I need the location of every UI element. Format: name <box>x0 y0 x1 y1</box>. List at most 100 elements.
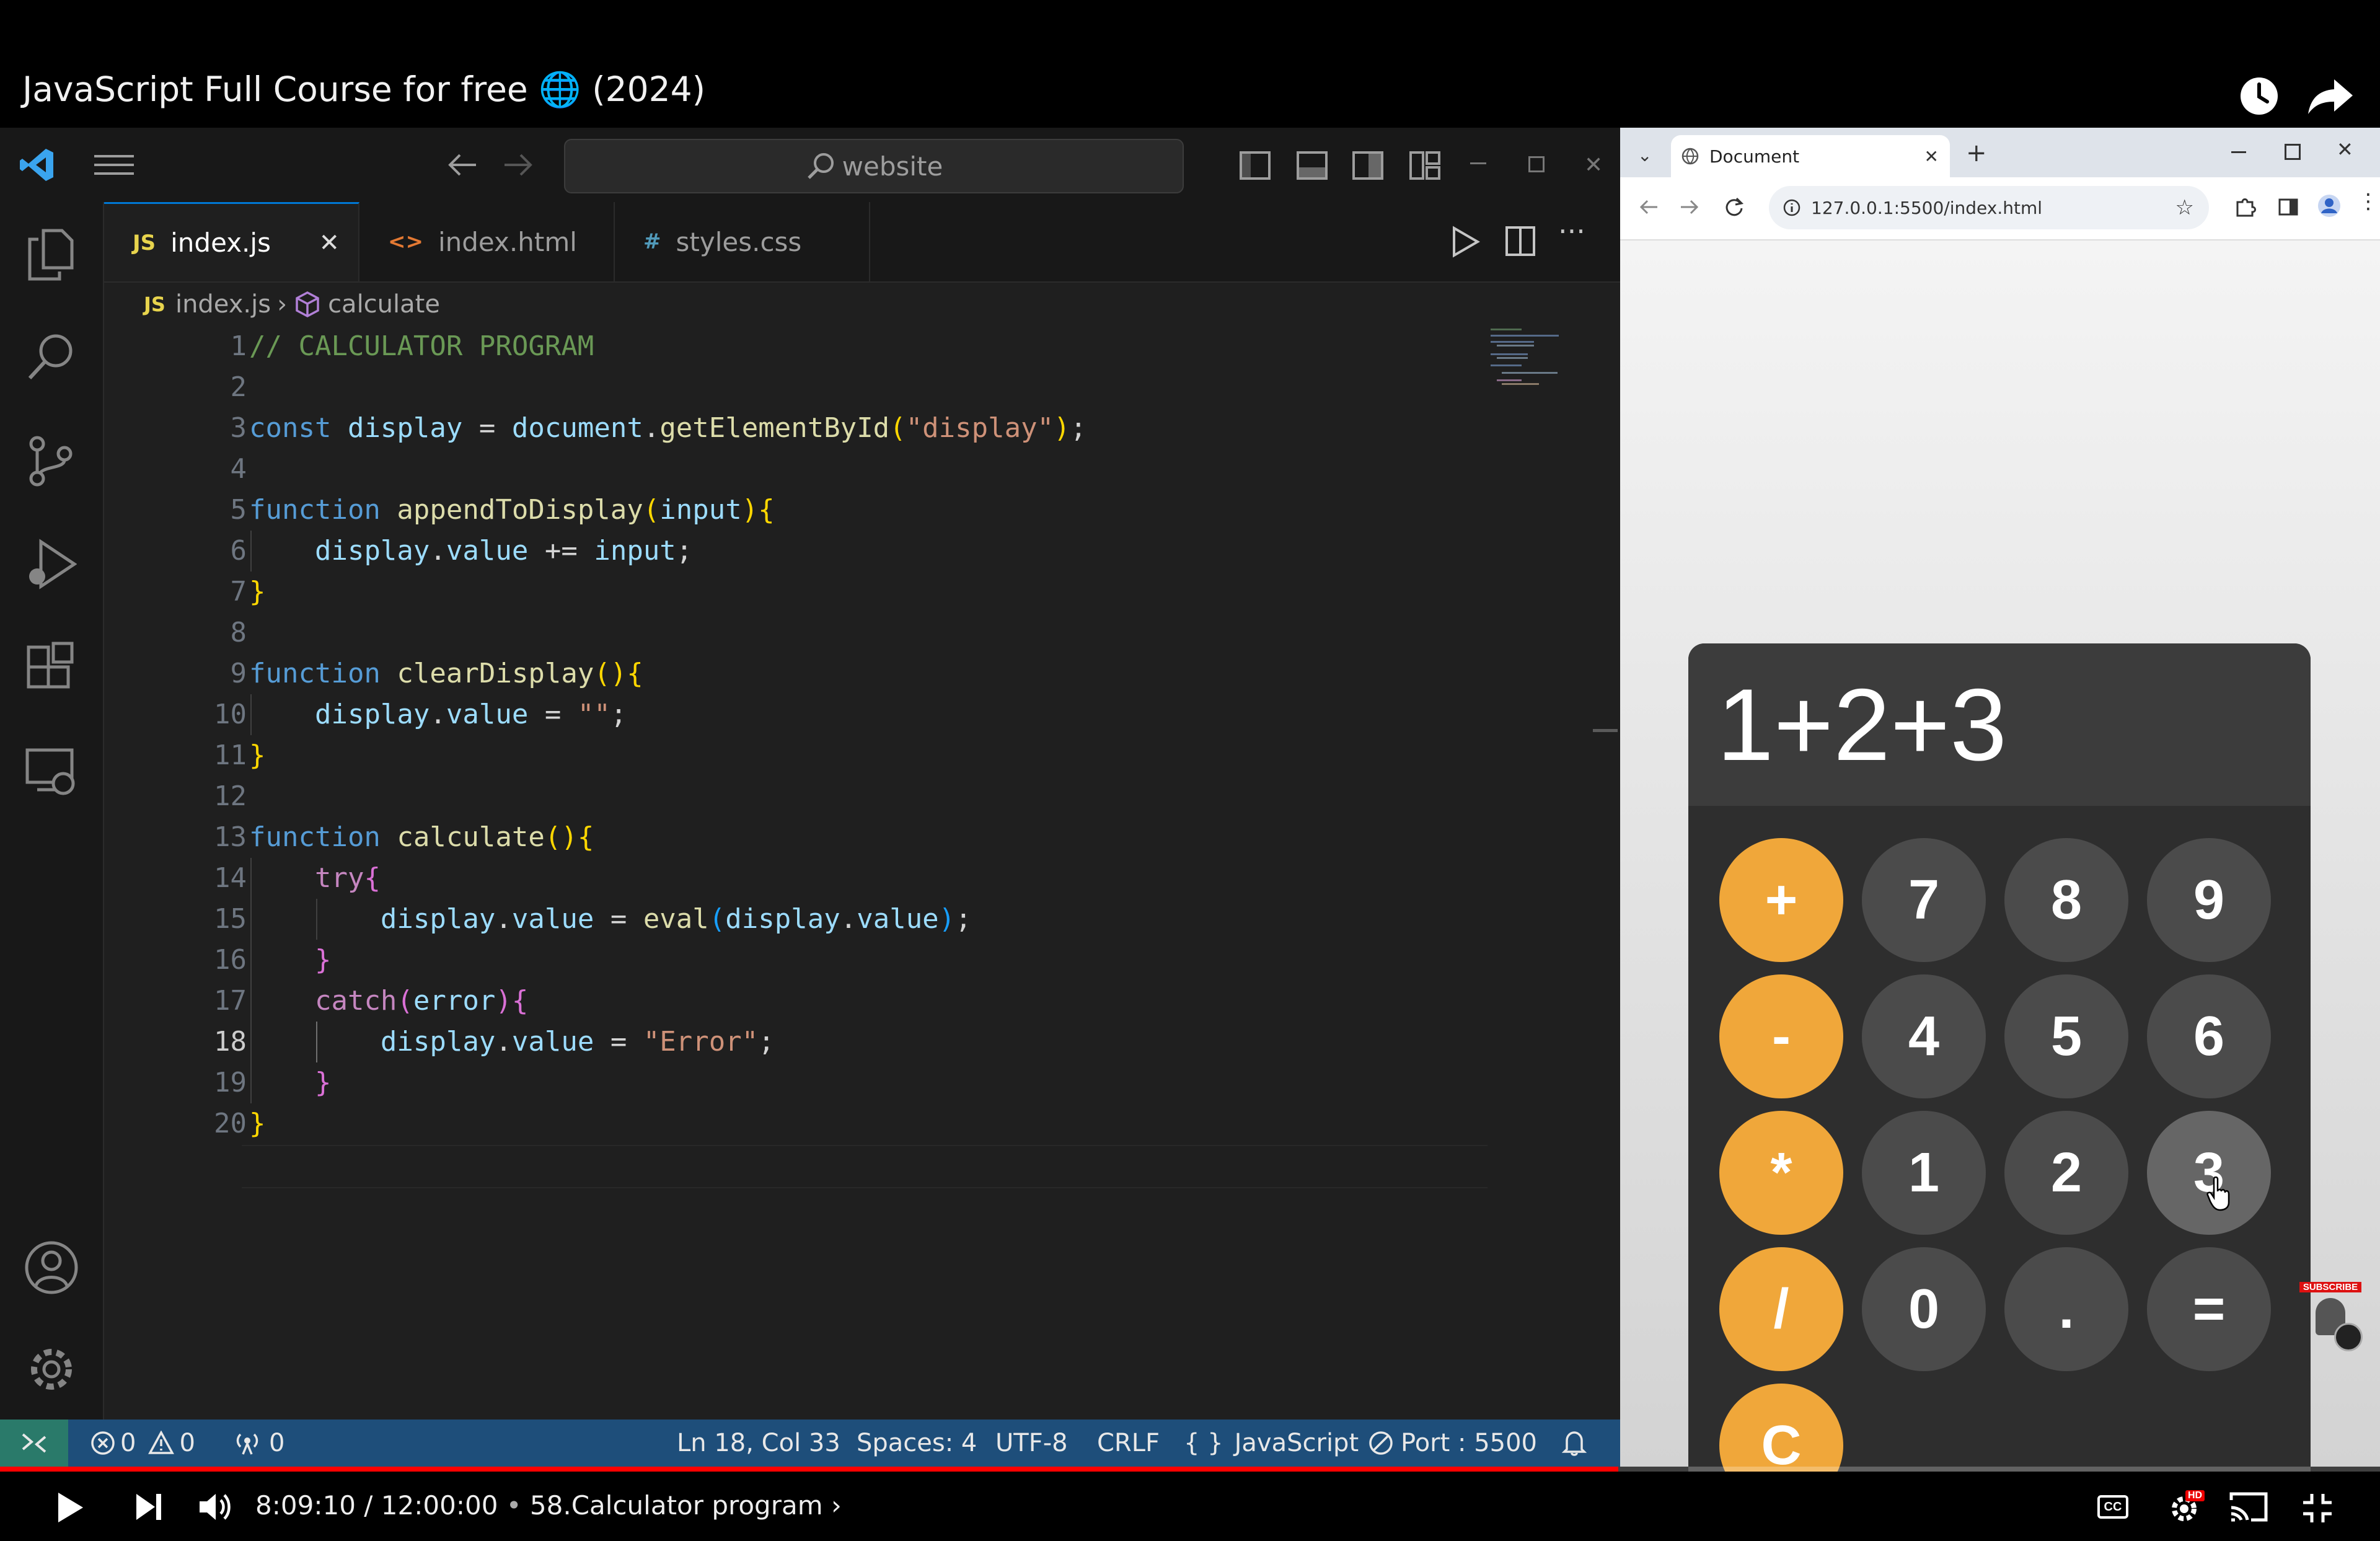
source-control-icon[interactable] <box>25 435 77 487</box>
line-number: 20 <box>214 1108 247 1139</box>
subscribe-watermark[interactable]: SUBSCRIBE <box>2299 1282 2363 1351</box>
vscode-logo-icon <box>19 146 56 183</box>
breadcrumb: JS index.js › calculate <box>144 283 440 326</box>
more-menu-icon[interactable]: ⋮ <box>2358 191 2379 212</box>
close-tab-icon[interactable]: ✕ <box>1924 146 1939 167</box>
tab-index-js[interactable]: JS index.js ✕ <box>104 202 359 281</box>
key-minus[interactable]: - <box>1719 974 1843 1098</box>
site-info-icon <box>1783 198 1801 217</box>
html-file-icon: <> <box>388 229 423 254</box>
cast-icon[interactable] <box>2229 1491 2268 1522</box>
ports-count: 0 <box>269 1429 285 1457</box>
minimize-window-icon[interactable] <box>1470 162 1486 164</box>
key-plus[interactable]: + <box>1719 838 1843 962</box>
watch-later-icon[interactable] <box>2237 74 2281 118</box>
key-divide[interactable]: / <box>1719 1247 1843 1371</box>
key-9[interactable]: 9 <box>2147 838 2271 962</box>
back-arrow-icon[interactable] <box>445 150 478 180</box>
more-actions-icon[interactable]: ··· <box>1558 214 1585 248</box>
line-number: 3 <box>230 412 247 444</box>
closed-captions-icon[interactable]: CC <box>2097 1495 2128 1519</box>
toggle-secondary-sidebar-icon[interactable] <box>1352 151 1383 180</box>
key-8[interactable]: 8 <box>2004 838 2128 962</box>
ports-indicator[interactable]: 0 <box>233 1420 284 1467</box>
tab-styles-css[interactable]: # styles.css <box>615 202 870 281</box>
address-bar[interactable]: 127.0.0.1:5500/index.html ☆ <box>1769 186 2209 229</box>
next-video-icon[interactable] <box>134 1491 164 1522</box>
progress-played[interactable] <box>0 1467 1619 1472</box>
end-of-line[interactable]: CRLF <box>1097 1420 1160 1467</box>
close-window-icon[interactable]: ✕ <box>2337 138 2353 161</box>
toggle-panel-icon[interactable] <box>1297 151 1328 180</box>
tab-index-html[interactable]: <> index.html <box>359 202 615 281</box>
code-editor[interactable]: 1 2 3 4 5 6 7 8 9 10 11 12 13 14 15 16 1… <box>104 326 1592 1423</box>
key-0[interactable]: 0 <box>1862 1247 1986 1371</box>
command-center-search[interactable]: website <box>564 139 1184 193</box>
problems-indicator[interactable]: 0 0 <box>90 1420 195 1467</box>
warning-icon <box>148 1431 175 1455</box>
volume-icon[interactable] <box>197 1490 232 1524</box>
remote-explorer-icon[interactable] <box>25 745 77 797</box>
key-2[interactable]: 2 <box>2004 1111 2128 1235</box>
encoding[interactable]: UTF-8 <box>995 1420 1068 1467</box>
run-debug-icon[interactable] <box>25 537 77 593</box>
close-tab-icon[interactable]: ✕ <box>319 229 340 257</box>
live-server-port[interactable]: Port : 5500 <box>1368 1420 1537 1467</box>
breadcrumb-file[interactable]: index.js <box>175 290 271 319</box>
extensions-puzzle-icon[interactable] <box>2234 196 2256 218</box>
chapter-title[interactable]: 58.Calculator program <box>530 1490 823 1521</box>
settings-gear-icon[interactable]: HD <box>2167 1489 2206 1526</box>
bookmark-star-icon[interactable]: ☆ <box>2175 195 2194 220</box>
key-5[interactable]: 5 <box>2004 974 2128 1098</box>
customize-layout-icon[interactable] <box>1409 151 1440 180</box>
profile-avatar-icon[interactable] <box>2317 193 2342 218</box>
video-title[interactable]: JavaScript Full Course for free 🌐 (2024) <box>22 69 705 110</box>
code-line-11: } <box>249 740 266 771</box>
language-mode[interactable]: { } JavaScript <box>1184 1420 1359 1467</box>
key-6[interactable]: 6 <box>2147 974 2271 1098</box>
explorer-icon[interactable] <box>25 227 77 283</box>
forward-arrow-icon[interactable] <box>502 150 536 180</box>
key-3[interactable]: 3 <box>2147 1111 2271 1235</box>
manage-gear-icon[interactable] <box>24 1341 79 1397</box>
key-7[interactable]: 7 <box>1862 838 1986 962</box>
extensions-icon[interactable] <box>25 641 77 693</box>
menu-icon[interactable] <box>94 152 134 177</box>
remote-indicator-icon[interactable] <box>0 1420 68 1467</box>
tab-search-chevron-icon[interactable]: ⌄ <box>1637 145 1652 166</box>
calculator-display[interactable]: 1+2+3 <box>1688 643 2311 806</box>
split-editor-icon[interactable] <box>1505 226 1536 257</box>
search-icon[interactable] <box>25 331 77 383</box>
indentation[interactable]: Spaces: 4 <box>857 1420 977 1467</box>
web-page: 1+2+3 + 7 8 9 - 4 5 6 * 1 2 3 / 0 . = C <box>1620 241 2380 1539</box>
code-line-7: } <box>249 576 266 607</box>
key-multiply[interactable]: * <box>1719 1111 1843 1235</box>
line-number: 14 <box>214 862 247 894</box>
key-4[interactable]: 4 <box>1862 974 1986 1098</box>
reload-icon[interactable] <box>1723 196 1745 218</box>
toggle-primary-sidebar-icon[interactable] <box>1240 151 1271 180</box>
exit-fullscreen-icon[interactable] <box>2302 1493 2333 1524</box>
new-tab-icon[interactable]: + <box>1966 139 1987 167</box>
cursor-position[interactable]: Ln 18, Col 33 <box>677 1420 840 1467</box>
css-file-icon: # <box>643 229 661 254</box>
back-arrow-icon[interactable] <box>1637 196 1660 218</box>
chevron-right-icon[interactable]: › <box>831 1490 842 1521</box>
play-icon[interactable] <box>55 1490 86 1525</box>
forward-arrow-icon[interactable] <box>1678 196 1701 218</box>
maximize-window-icon[interactable] <box>2285 144 2301 160</box>
accounts-icon[interactable] <box>24 1240 79 1296</box>
minimap[interactable] <box>1491 326 1590 400</box>
side-panel-icon[interactable] <box>2277 196 2299 218</box>
notifications-bell-icon[interactable] <box>1562 1420 1587 1467</box>
breadcrumb-symbol[interactable]: calculate <box>328 290 440 319</box>
key-1[interactable]: 1 <box>1862 1111 1986 1235</box>
share-icon[interactable] <box>2306 74 2355 118</box>
minimize-window-icon[interactable] <box>2231 151 2246 153</box>
browser-tab[interactable]: Document ✕ <box>1671 135 1950 177</box>
close-window-icon[interactable]: ✕ <box>1584 152 1603 178</box>
key-equals[interactable]: = <box>2147 1247 2271 1371</box>
maximize-window-icon[interactable] <box>1528 156 1545 172</box>
key-decimal[interactable]: . <box>2004 1247 2128 1371</box>
run-file-icon[interactable] <box>1450 226 1480 258</box>
